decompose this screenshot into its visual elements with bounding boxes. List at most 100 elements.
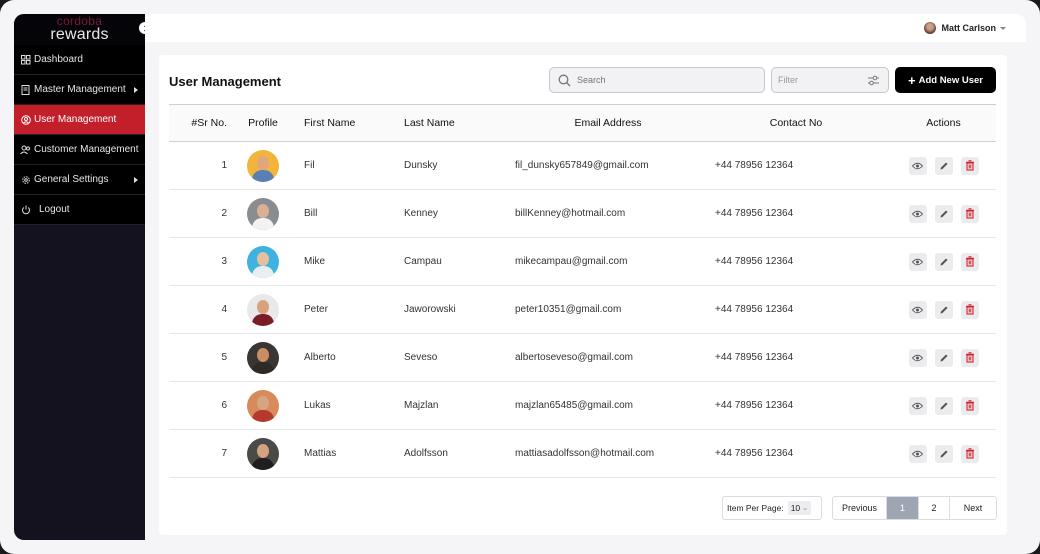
items-per-page-value: 10 bbox=[790, 503, 801, 513]
cell-last-name: Majzlan bbox=[395, 381, 501, 430]
sidebar-item-label: Master Management bbox=[34, 84, 126, 95]
add-new-user-label: Add New User bbox=[918, 74, 983, 86]
table-header-row: #Sr No. Profile First Name Last Name Ema… bbox=[169, 104, 996, 142]
cell-first-name: Peter bbox=[295, 285, 395, 334]
edit-icon[interactable] bbox=[934, 204, 953, 223]
sidebar-item-master-management[interactable]: Master Management bbox=[14, 75, 145, 105]
cell-actions bbox=[891, 141, 996, 190]
cell-actions bbox=[891, 285, 996, 334]
view-icon[interactable] bbox=[908, 444, 927, 463]
edit-icon[interactable] bbox=[934, 348, 953, 367]
delete-icon[interactable] bbox=[960, 204, 979, 223]
top-bar: Matt Carlson bbox=[145, 14, 1026, 42]
avatar bbox=[247, 245, 279, 278]
sidebar: cordoba rewards Dashboard Master Managem… bbox=[14, 14, 152, 540]
items-per-page: Item Per Page: 10 ⌄ bbox=[722, 496, 822, 520]
cell-contact: +44 78956 12364 bbox=[701, 429, 891, 478]
view-icon[interactable] bbox=[908, 156, 927, 175]
cell-email: fil_dunsky657849@gmail.com bbox=[501, 141, 701, 190]
column-header-first-name: First Name bbox=[295, 104, 395, 142]
next-page-button[interactable]: Next bbox=[950, 497, 996, 519]
users-icon bbox=[20, 144, 31, 155]
cell-profile bbox=[231, 381, 295, 430]
brand-logo: cordoba rewards bbox=[14, 14, 152, 45]
cell-actions bbox=[891, 189, 996, 238]
view-icon[interactable] bbox=[908, 396, 927, 415]
cell-sr-no: 4 bbox=[169, 285, 231, 334]
table-row: 4 Peter Jaworowski peter10351@gmail.com +44 … bbox=[169, 285, 996, 334]
cell-last-name: Seveso bbox=[395, 333, 501, 382]
edit-icon[interactable] bbox=[934, 300, 953, 319]
search-input[interactable] bbox=[577, 75, 747, 85]
delete-icon[interactable] bbox=[960, 396, 979, 415]
view-icon[interactable] bbox=[908, 252, 927, 271]
page-button-2[interactable]: 2 bbox=[919, 497, 950, 519]
edit-icon[interactable] bbox=[934, 444, 953, 463]
cell-sr-no: 7 bbox=[169, 429, 231, 478]
sidebar-nav: Dashboard Master Management User Managem… bbox=[14, 45, 145, 225]
delete-icon[interactable] bbox=[960, 348, 979, 367]
cell-sr-no: 6 bbox=[169, 381, 231, 430]
search-icon bbox=[558, 74, 571, 86]
cell-sr-no: 1 bbox=[169, 141, 231, 190]
cell-email: peter10351@gmail.com bbox=[501, 285, 701, 334]
table-row: 5 Alberto Seveso albertoseveso@gmail.com +44… bbox=[169, 333, 996, 382]
user-name: Matt Carlson bbox=[941, 23, 996, 33]
caret-right-icon bbox=[134, 177, 138, 183]
items-per-page-select[interactable]: 10 ⌄ bbox=[787, 501, 812, 515]
user-menu[interactable]: Matt Carlson bbox=[924, 22, 1006, 34]
cell-actions bbox=[891, 429, 996, 478]
table-row: 3 Mike Campau mikecampau@gmail.com +44 78956… bbox=[169, 237, 996, 286]
edit-icon[interactable] bbox=[934, 156, 953, 175]
cell-actions bbox=[891, 381, 996, 430]
filter-placeholder: Filter bbox=[778, 75, 798, 85]
avatar bbox=[247, 389, 279, 422]
cell-profile bbox=[231, 141, 295, 190]
sidebar-item-customer-management[interactable]: Customer Management bbox=[14, 135, 145, 165]
delete-icon[interactable] bbox=[960, 156, 979, 175]
app-frame: cordoba rewards Dashboard Master Managem… bbox=[0, 0, 1040, 554]
cell-actions bbox=[891, 333, 996, 382]
cell-profile bbox=[231, 189, 295, 238]
delete-icon[interactable] bbox=[960, 444, 979, 463]
grid-icon bbox=[20, 54, 31, 65]
page-button-1[interactable]: 1 bbox=[887, 497, 919, 519]
view-icon[interactable] bbox=[908, 204, 927, 223]
cell-contact: +44 78956 12364 bbox=[701, 141, 891, 190]
delete-icon[interactable] bbox=[960, 252, 979, 271]
avatar bbox=[247, 149, 279, 182]
cell-profile bbox=[231, 333, 295, 382]
document-icon bbox=[20, 84, 31, 95]
cell-contact: +44 78956 12364 bbox=[701, 189, 891, 238]
sidebar-item-dashboard[interactable]: Dashboard bbox=[14, 45, 145, 75]
page-title: User Management bbox=[169, 74, 281, 89]
previous-page-button[interactable]: Previous bbox=[833, 497, 887, 519]
edit-icon[interactable] bbox=[934, 252, 953, 271]
cell-sr-no: 5 bbox=[169, 333, 231, 382]
avatar bbox=[924, 22, 937, 34]
cell-sr-no: 3 bbox=[169, 237, 231, 286]
cell-profile bbox=[231, 237, 295, 286]
delete-icon[interactable] bbox=[960, 300, 979, 319]
chevron-down-icon bbox=[1000, 26, 1006, 30]
view-icon[interactable] bbox=[908, 300, 927, 319]
sidebar-item-user-management[interactable]: User Management bbox=[14, 105, 145, 135]
cell-profile bbox=[231, 285, 295, 334]
column-header-profile: Profile bbox=[231, 104, 295, 142]
caret-right-icon bbox=[134, 87, 138, 93]
sidebar-item-general-settings[interactable]: General Settings bbox=[14, 165, 145, 195]
cell-first-name: Mike bbox=[295, 237, 395, 286]
column-header-contact: Contact No bbox=[701, 104, 891, 142]
cell-last-name: Adolfsson bbox=[395, 429, 501, 478]
sidebar-item-logout[interactable]: Logout bbox=[14, 195, 145, 225]
add-new-user-button[interactable]: + Add New User bbox=[895, 67, 996, 93]
sliders-icon[interactable] bbox=[867, 74, 880, 87]
edit-icon[interactable] bbox=[934, 396, 953, 415]
cell-email: mattiasadolfsson@hotmail.com bbox=[501, 429, 701, 478]
view-icon[interactable] bbox=[908, 348, 927, 367]
cell-contact: +44 78956 12364 bbox=[701, 381, 891, 430]
column-header-last-name: Last Name bbox=[395, 104, 501, 142]
filter-field[interactable]: Filter bbox=[771, 67, 889, 93]
cell-contact: +44 78956 12364 bbox=[701, 285, 891, 334]
cell-first-name: Lukas bbox=[295, 381, 395, 430]
